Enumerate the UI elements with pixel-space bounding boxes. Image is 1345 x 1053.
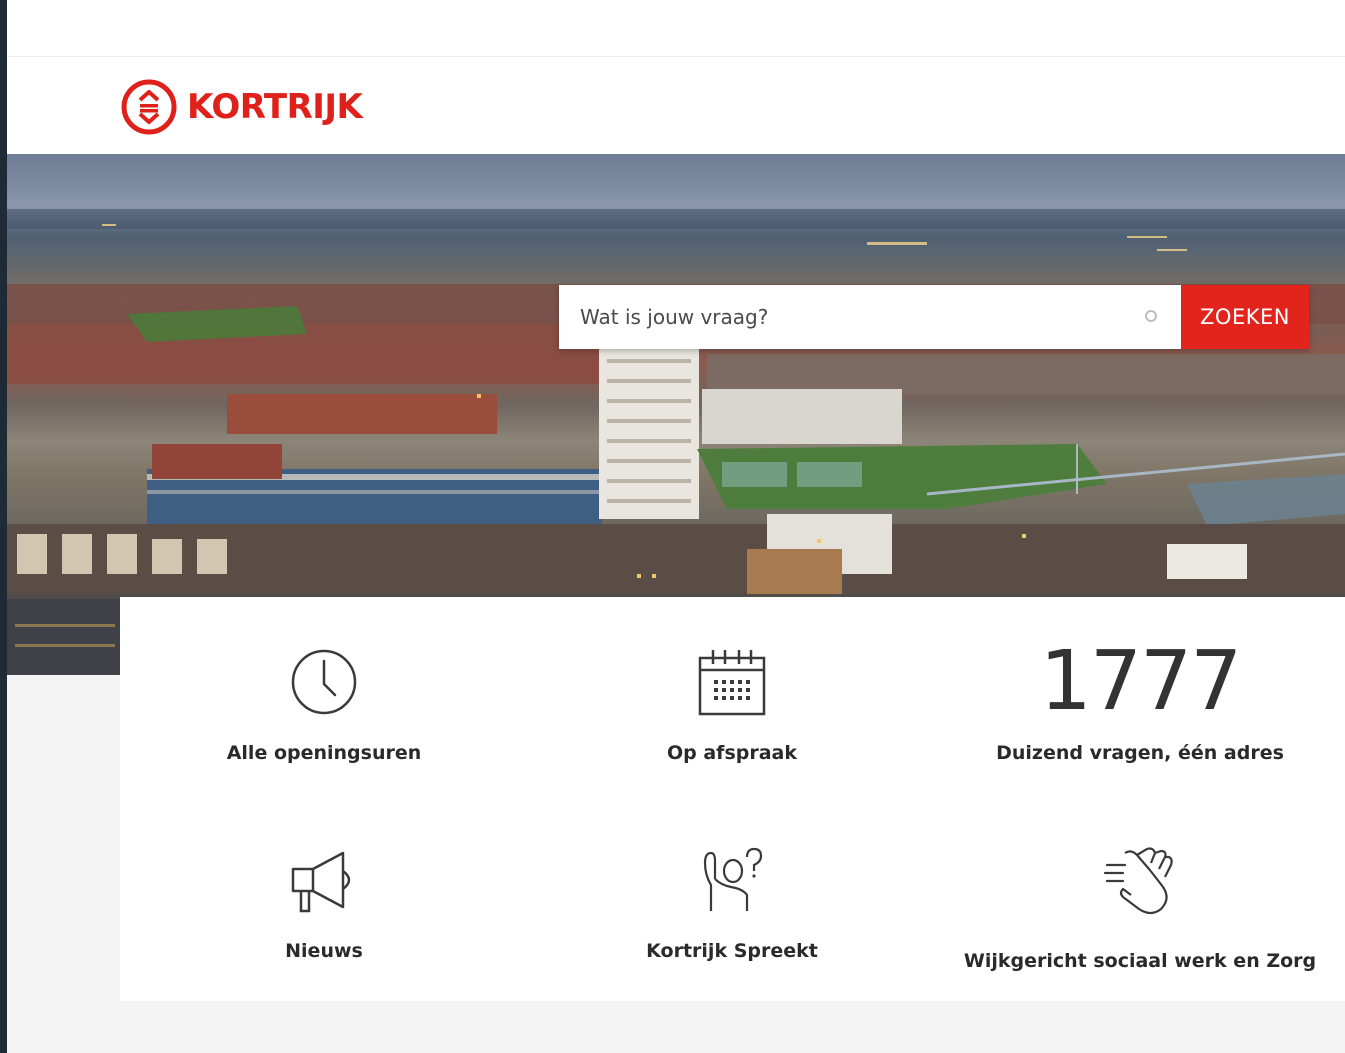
tile-label: Alle openingsuren [226, 742, 422, 764]
big-number-1777: 1777 [1039, 634, 1243, 729]
search-bar: ZOEKEN [559, 285, 1309, 349]
brand-name: KORTRIJK [187, 87, 363, 127]
top-strip [7, 0, 1345, 57]
search-status-icon [1145, 310, 1157, 322]
kortrijk-emblem-icon [121, 79, 177, 135]
site-header: KORTRIJK [7, 57, 1345, 154]
kortrijk-logo[interactable]: KORTRIJK [120, 79, 363, 135]
search-button[interactable]: ZOEKEN [1181, 285, 1309, 349]
page: KORTRIJK Wat is jouw vraag? ZOEKEN Alle … [7, 0, 1345, 1053]
quick-links: Alle openingsuren Op afspraak 1777 Duize… [120, 597, 1345, 1001]
tile-1777[interactable]: 1777 Duizend vragen, één adres [936, 634, 1344, 765]
tile-label: Op afspraak [666, 742, 797, 764]
tile-label: Duizend vragen, één adres [996, 742, 1284, 764]
tile-news[interactable]: Nieuws [120, 840, 528, 962]
tile-label: Wijkgericht sociaal werk en Zorg [963, 950, 1317, 972]
clapping-hands-icon [936, 840, 1344, 920]
search-input[interactable] [559, 285, 1181, 349]
number-display: 1777 [936, 634, 1344, 729]
search-field-wrap [559, 285, 1181, 349]
megaphone-icon [120, 840, 528, 920]
tile-label: Nieuws [285, 940, 363, 962]
tile-appointment[interactable]: Op afspraak [528, 642, 936, 764]
speech-hand-icon [528, 840, 936, 920]
calendar-icon [528, 642, 936, 722]
tile-social-work[interactable]: Wijkgericht sociaal werk en Zorg [936, 840, 1344, 972]
tile-opening-hours[interactable]: Alle openingsuren [120, 642, 528, 764]
tile-kortrijk-spreekt[interactable]: Kortrijk Spreekt [528, 840, 936, 962]
tile-label: Kortrijk Spreekt [646, 940, 818, 962]
clock-icon [120, 642, 528, 722]
